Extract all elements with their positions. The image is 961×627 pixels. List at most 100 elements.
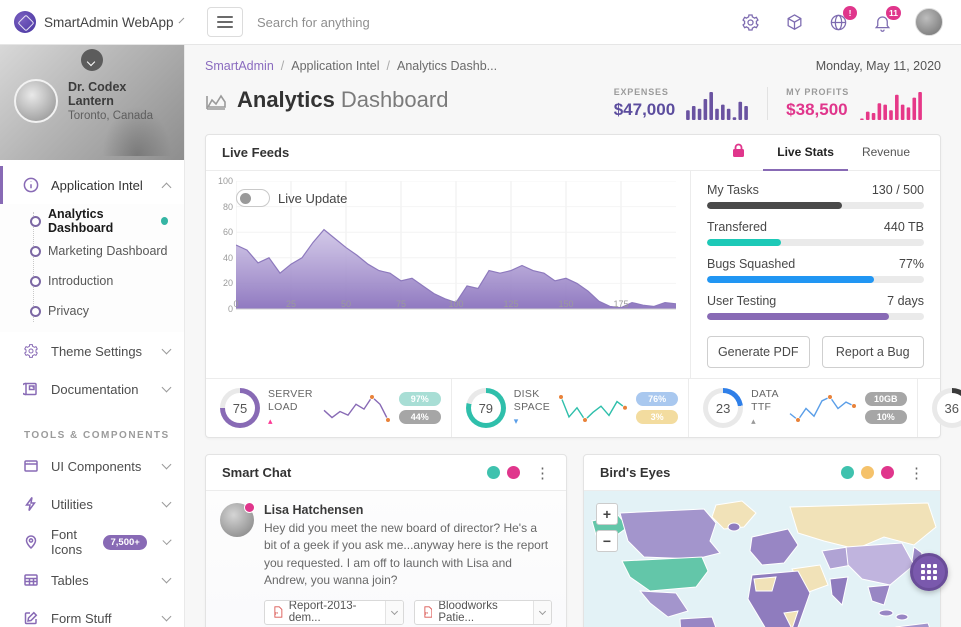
- table-icon: [22, 572, 39, 589]
- profits-label: MY PROFITS: [786, 87, 849, 97]
- generate-pdf-button[interactable]: Generate PDF: [707, 336, 810, 368]
- birds-eyes-title: Bird's Eyes: [600, 465, 670, 480]
- panel-action-dot-yellow[interactable]: [861, 466, 874, 479]
- sidebar-item-ui-components[interactable]: UI Components: [0, 447, 184, 485]
- subnav-label: Privacy: [48, 304, 89, 318]
- application-intel-submenu: Analytics Dashboard Marketing Dashboard …: [0, 204, 184, 332]
- kpi-value: 23: [708, 393, 738, 423]
- trend-arrow-icon: ▾: [514, 416, 519, 426]
- breadcrumb-section[interactable]: Application Intel: [291, 59, 379, 73]
- sidebar-item-form-stuff[interactable]: Form Stuff: [0, 599, 184, 627]
- info-circle-icon: [22, 177, 39, 194]
- panel-action-dot-pink[interactable]: [881, 466, 894, 479]
- map-pin-icon: [22, 534, 39, 551]
- trend-arrow-icon: ▴: [268, 416, 273, 426]
- profile-avatar[interactable]: [14, 79, 58, 123]
- live-feeds-title: Live Feeds: [222, 145, 289, 160]
- server-load-sparkline: [321, 392, 391, 424]
- sidebar-item-application-intel[interactable]: Application Intel: [0, 166, 184, 204]
- attachment-dropdown[interactable]: [385, 601, 403, 624]
- sidebar-item-utilities[interactable]: Utilities: [0, 485, 184, 523]
- sidebar-item-introduction[interactable]: Introduction: [0, 266, 184, 296]
- brand[interactable]: SmartAdmin WebApp: [0, 0, 185, 44]
- panel-action-dot-pink[interactable]: [507, 466, 520, 479]
- apps-cube-icon[interactable]: [783, 11, 805, 33]
- trend-arrow-icon: ▴: [751, 416, 756, 426]
- kpi-badge: 76%: [636, 392, 678, 406]
- profits-value: $38,500: [786, 100, 849, 120]
- gear-icon: [22, 343, 39, 360]
- bell-badge: 11: [886, 6, 901, 20]
- sidebar-item-privacy[interactable]: Privacy: [0, 296, 184, 326]
- nav-label: Application Intel: [51, 178, 143, 193]
- sidebar-item-tables[interactable]: Tables: [0, 561, 184, 599]
- kpi-badge: 44%: [399, 410, 441, 424]
- menu-toggle-button[interactable]: [207, 7, 243, 37]
- report-bug-button[interactable]: Report a Bug: [822, 336, 925, 368]
- title-bold: Analytics: [237, 87, 335, 113]
- progress-bar: [707, 313, 924, 320]
- nav-label: Theme Settings: [51, 344, 142, 359]
- stat-label: Transfered: [707, 220, 767, 234]
- bell-icon[interactable]: 11: [871, 11, 893, 33]
- breadcrumb: SmartAdmin / Application Intel / Analyti…: [205, 59, 941, 73]
- stat-my-tasks: My Tasks130 / 500: [707, 183, 924, 209]
- temp-ring: 36: [932, 388, 961, 428]
- app-launcher-button[interactable]: [910, 553, 948, 591]
- globe-badge: !: [843, 6, 857, 20]
- nav-label: Documentation: [51, 382, 138, 397]
- attachment-chip-report[interactable]: P Report-2013-dem...: [264, 600, 404, 625]
- expenses-value: $47,000: [614, 100, 675, 120]
- lightning-icon: [22, 496, 39, 513]
- panel-action-dot-teal[interactable]: [487, 466, 500, 479]
- sidebar-item-marketing-dashboard[interactable]: Marketing Dashboard: [0, 236, 184, 266]
- kpi-server-load: 75 SERVERLOAD▴ 97%44%: [206, 379, 451, 437]
- svg-text:P: P: [275, 611, 278, 616]
- edit-pencil-icon: [22, 610, 39, 627]
- profile-collapse-button[interactable]: [81, 49, 103, 71]
- live-update-toggle[interactable]: Live Update: [236, 189, 347, 207]
- sidebar-item-theme-settings[interactable]: Theme Settings: [0, 332, 184, 370]
- breadcrumb-separator: /: [387, 59, 390, 73]
- kpi-temp: 36 TEMP.▾ 12440F: [917, 379, 961, 437]
- message-sender: Lisa Hatchensen: [264, 503, 552, 517]
- profits-bar-chart: [859, 90, 923, 120]
- kebab-menu-icon[interactable]: ⋮: [909, 464, 924, 482]
- server-load-ring: 75: [220, 388, 260, 428]
- nav-label: Form Stuff: [51, 611, 111, 626]
- settings-gear-icon[interactable]: [739, 11, 761, 33]
- attachment-chip-bloodworks[interactable]: P Bloodworks Patie...: [414, 600, 552, 625]
- kebab-menu-icon[interactable]: ⋮: [535, 464, 550, 482]
- user-avatar[interactable]: [915, 8, 943, 36]
- map-zoom-out-button[interactable]: −: [596, 530, 618, 552]
- avatar[interactable]: [220, 503, 254, 537]
- map-zoom-in-button[interactable]: +: [596, 503, 618, 525]
- chevron-down-icon: [162, 612, 172, 622]
- chart-area-icon: [205, 91, 227, 109]
- kpi-badge: 3%: [636, 410, 678, 424]
- globe-notifications-icon[interactable]: !: [827, 11, 849, 33]
- sidebar-item-analytics-dashboard[interactable]: Analytics Dashboard: [0, 206, 184, 236]
- kpi-row: 75 SERVERLOAD▴ 97%44% 79 DISKSPACE▾ 76%3…: [206, 378, 940, 437]
- tab-live-stats[interactable]: Live Stats: [763, 135, 848, 171]
- nav-label: Utilities: [51, 497, 93, 512]
- expenses-bar-chart: [685, 90, 749, 120]
- kpi-label: SERVERLOAD▴: [268, 388, 313, 427]
- nav-label: Font Icons: [51, 527, 103, 557]
- toggle-switch-off[interactable]: [236, 189, 270, 207]
- tab-revenue[interactable]: Revenue: [848, 135, 924, 171]
- search-input[interactable]: [257, 15, 739, 30]
- breadcrumb-home[interactable]: SmartAdmin: [205, 59, 274, 73]
- panel-action-dot-teal[interactable]: [841, 466, 854, 479]
- sidebar: Dr. Codex Lantern Toronto, Canada Applic…: [0, 45, 185, 627]
- chat-message: Lisa Hatchensen Hey did you meet the new…: [220, 503, 552, 627]
- lock-icon[interactable]: [732, 143, 745, 163]
- attachment-dropdown[interactable]: [533, 601, 551, 624]
- sidebar-item-documentation[interactable]: Documentation: [0, 370, 184, 408]
- profits-stat: MY PROFITS $38,500: [767, 87, 941, 120]
- sidebar-item-font-icons[interactable]: Font Icons 7,500+: [0, 523, 184, 561]
- stat-value: 7 days: [887, 294, 924, 308]
- birds-eyes-panel: Bird's Eyes ⋮ + −: [583, 454, 941, 627]
- kpi-badge: 10GB: [865, 392, 907, 406]
- world-map[interactable]: + −: [584, 491, 940, 627]
